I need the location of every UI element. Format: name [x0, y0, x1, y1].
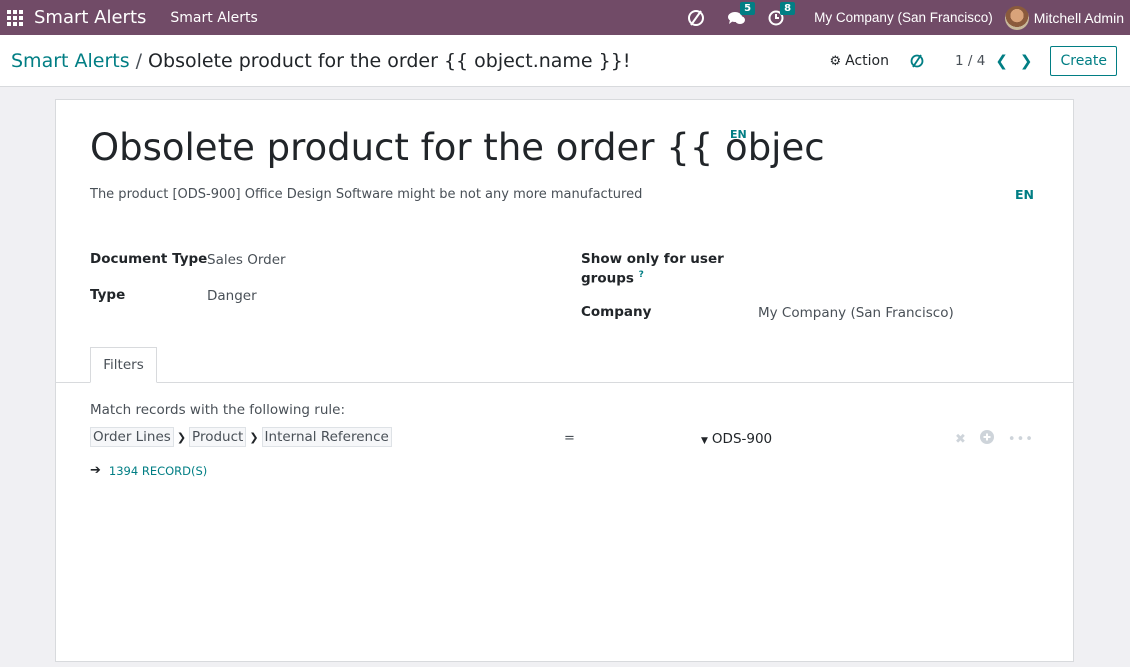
- domain-value: ODS-900: [711, 431, 773, 447]
- description-translate-button[interactable]: EN: [1015, 187, 1034, 202]
- domain-row-actions: ✖ •••: [955, 430, 1048, 448]
- title-translate-button[interactable]: EN: [730, 128, 747, 141]
- path-segment-product[interactable]: Product: [189, 427, 247, 447]
- breadcrumb: Smart Alerts / Obsolete product for the or…: [11, 50, 630, 72]
- description-field[interactable]: The product [ODS-900] Office Design Soft…: [90, 187, 642, 202]
- company-switcher[interactable]: My Company (San Francisco): [814, 10, 993, 25]
- user-menu[interactable]: Mitchell Admin: [1004, 5, 1124, 30]
- breadcrumb-separator: /: [135, 49, 143, 72]
- action-label: Action: [845, 53, 889, 69]
- chevron-right-icon: ❯: [176, 430, 187, 444]
- document-type-field[interactable]: Sales Order: [207, 252, 286, 268]
- messages-icon[interactable]: 5: [728, 1, 756, 26]
- arrow-right-icon: ➔: [90, 463, 101, 478]
- action-menu-button[interactable]: ⚙ Action: [829, 53, 889, 69]
- records-count-link[interactable]: ➔ 1394 RECORD(S): [90, 463, 207, 478]
- tab-divider: [56, 382, 1073, 383]
- chevron-right-icon: ❯: [249, 430, 259, 444]
- pager-previous-icon[interactable]: ❮: [995, 52, 1008, 70]
- activities-badge: 8: [780, 1, 796, 15]
- domain-match-text: Match records with the following rule:: [90, 402, 346, 418]
- path-segment-internal-reference[interactable]: Internal Reference: [261, 427, 392, 447]
- domain-operator-select[interactable]: =: [564, 431, 575, 446]
- pager-next-icon[interactable]: ❯: [1020, 52, 1033, 70]
- gear-icon: ⚙: [829, 53, 842, 69]
- control-panel: Smart Alerts / Obsolete product for the or…: [0, 35, 1130, 87]
- form-sheet: Obsolete product for the order {{ objec …: [55, 99, 1074, 662]
- type-field[interactable]: Danger: [207, 288, 257, 304]
- domain-field-path[interactable]: Order Lines ❯ Product ❯ Internal Referen…: [90, 427, 392, 447]
- company-field[interactable]: My Company (San Francisco): [758, 305, 954, 321]
- domain-value-select[interactable]: ▼ ODS-900: [701, 431, 772, 447]
- create-button[interactable]: Create: [1050, 46, 1117, 76]
- records-count-label: 1394 RECORD(S): [108, 463, 208, 478]
- company-label: Company: [581, 304, 652, 320]
- user-name: Mitchell Admin: [1033, 9, 1124, 26]
- path-segment-order-lines[interactable]: Order Lines: [90, 427, 174, 447]
- alert-title-field[interactable]: Obsolete product for the order {{ objec: [90, 126, 825, 169]
- control-panel-actions: ⚙ Action 1 / 4 ❮ ❯ Create: [829, 35, 1117, 87]
- more-options-icon[interactable]: •••: [1008, 432, 1034, 447]
- menu-smart-alerts[interactable]: Smart Alerts: [170, 10, 257, 26]
- discuss-sync-icon[interactable]: [686, 8, 706, 28]
- groups-label-line2: groups: [581, 270, 634, 287]
- caret-down-icon: ▼: [701, 436, 708, 446]
- pager-value[interactable]: 1 / 4: [955, 53, 985, 69]
- type-label: Type: [90, 287, 126, 303]
- tab-filters[interactable]: Filters: [90, 347, 157, 383]
- app-brand[interactable]: Smart Alerts: [34, 7, 146, 28]
- apps-menu-icon[interactable]: [6, 9, 24, 27]
- groups-label-line1: Show only for user: [581, 251, 724, 267]
- breadcrumb-parent-link[interactable]: Smart Alerts: [11, 50, 130, 72]
- discard-changes-icon[interactable]: [909, 53, 925, 69]
- activities-clock-icon[interactable]: 8: [768, 1, 796, 26]
- messages-badge: 5: [740, 1, 756, 15]
- breadcrumb-current: Obsolete product for the order {{ object…: [148, 49, 631, 72]
- add-rule-icon[interactable]: [979, 430, 994, 448]
- top-navbar: Smart Alerts Smart Alerts 5 8 My Company…: [0, 0, 1130, 35]
- delete-rule-icon[interactable]: ✖: [955, 432, 966, 447]
- navbar-systray: 5 8 My Company (San Francisco) Mitchell …: [686, 0, 1130, 35]
- avatar: [1004, 5, 1029, 30]
- help-tooltip-icon[interactable]: ?: [639, 270, 644, 280]
- groups-label: Show only for user groups ?: [581, 251, 724, 287]
- document-type-label: Document Type: [90, 251, 208, 267]
